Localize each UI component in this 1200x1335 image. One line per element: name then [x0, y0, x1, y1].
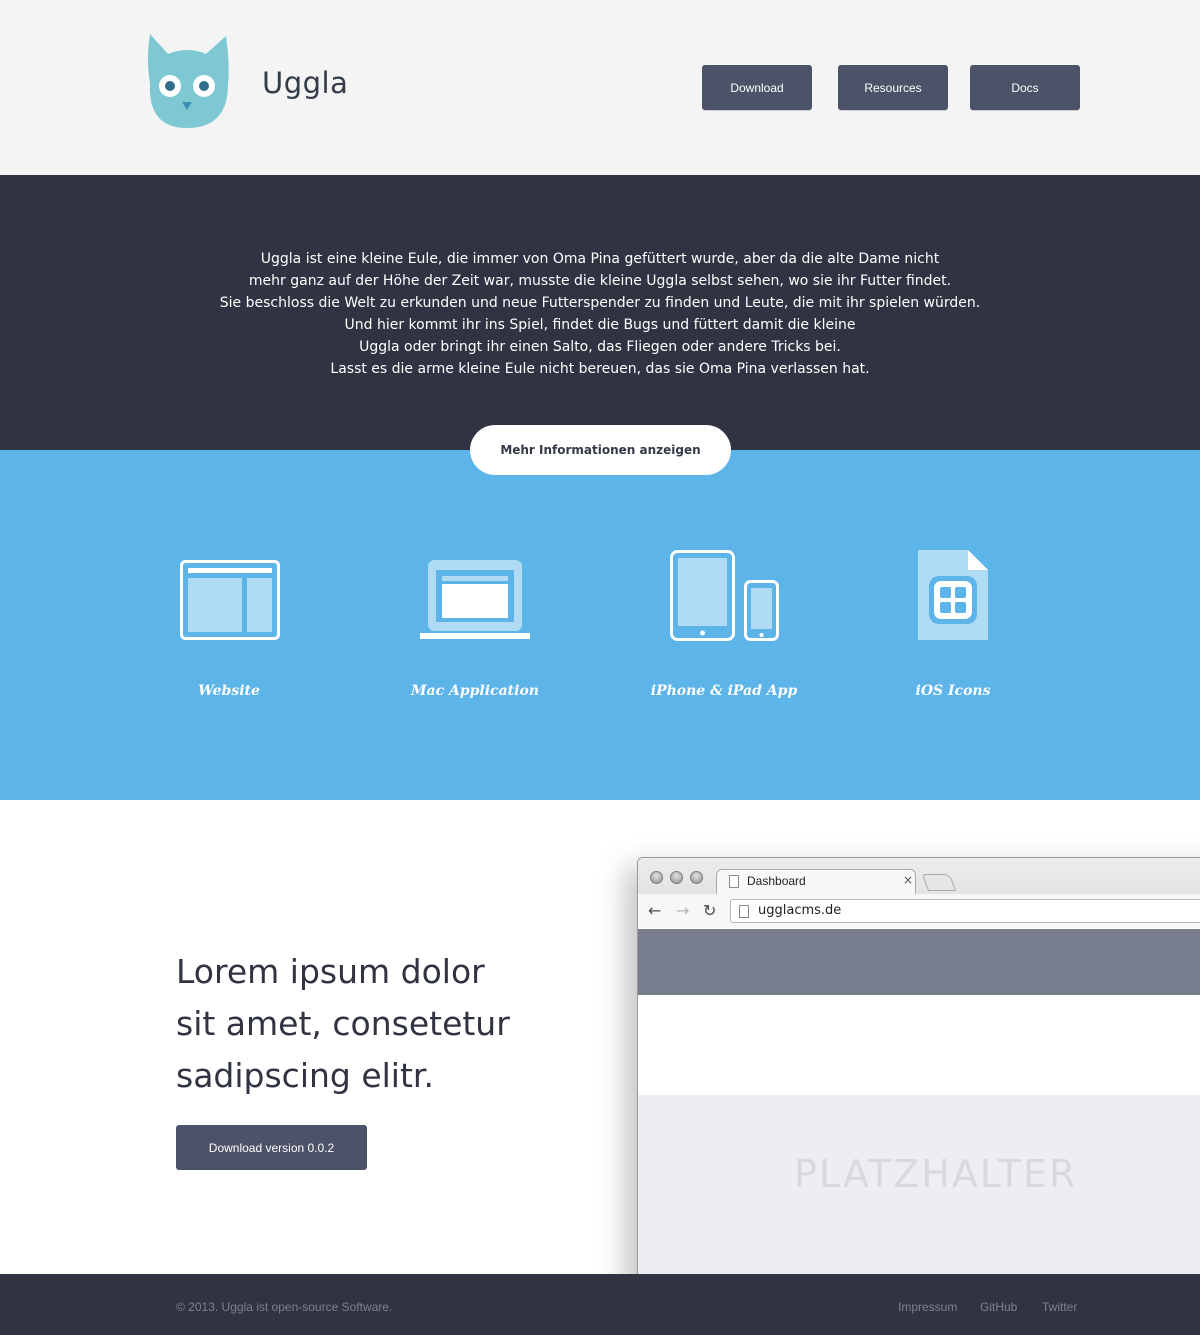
devices-icon [670, 550, 779, 641]
laptop-icon [420, 560, 530, 639]
footer-link-github[interactable]: GitHub [980, 1300, 1017, 1314]
nav-resources-button[interactable]: Resources [838, 65, 948, 110]
intro-line: Lasst es die arme kleine Eule nicht bere… [330, 361, 870, 377]
reload-icon[interactable]: ↻ [703, 901, 716, 920]
window-zoom-button[interactable] [690, 871, 703, 884]
feature-label-website: Website [198, 683, 260, 699]
browser-mockup: Dashboard × ← → ↻ ugglacms.de PLATZHALTE… [637, 857, 1200, 1274]
tab-title: Dashboard [747, 874, 806, 888]
site-footer: © 2013. Uggla ist open-source Software. … [0, 1274, 1200, 1335]
feature-label-ios-icons: iOS Icons [915, 683, 991, 699]
intro-line: Sie beschloss die Welt zu erkunden und n… [219, 295, 981, 311]
headline-line: sit amet, consetetur [176, 1004, 510, 1043]
intro-line: Uggla ist eine kleine Eule, die immer vo… [260, 251, 940, 267]
address-bar[interactable]: ugglacms.de [730, 899, 1200, 923]
footer-link-impressum[interactable]: Impressum [898, 1300, 957, 1314]
intro-text: Uggla ist eine kleine Eule, die immer vo… [150, 248, 1050, 380]
headline-line: sadipscing elitr. [176, 1056, 434, 1095]
document-icon [729, 875, 739, 888]
intro-line: Und hier kommt ihr ins Spiel, findet die… [344, 317, 856, 333]
feature-label-mac: Mac Application [411, 683, 539, 699]
forward-arrow-icon[interactable]: → [676, 901, 689, 920]
intro-line: mehr ganz auf der Höhe der Zeit war, mus… [248, 273, 952, 289]
site-header: Uggla Download Resources Docs [0, 0, 1200, 175]
browser-tab[interactable]: Dashboard × [716, 869, 916, 894]
window-close-button[interactable] [650, 871, 663, 884]
browser-chrome: Dashboard × ← → ↻ ugglacms.de [638, 858, 1200, 928]
intro-line: Uggla oder bringt ihr einen Salto, das F… [359, 339, 841, 355]
url-text: ugglacms.de [758, 903, 842, 918]
headline-line: Lorem ipsum dolor [176, 952, 485, 991]
owl-icon[interactable] [144, 34, 230, 130]
back-arrow-icon[interactable]: ← [648, 901, 661, 920]
page-icon [739, 905, 749, 918]
new-tab-button[interactable] [921, 874, 957, 891]
preview-content [638, 995, 1200, 1095]
footer-link-twitter[interactable]: Twitter [1042, 1300, 1077, 1314]
intro-section: Uggla ist eine kleine Eule, die immer vo… [0, 175, 1200, 450]
showcase-section: Lorem ipsum dolor sit amet, consetetur s… [0, 800, 1200, 1274]
feature-label-iphone-ipad: iPhone & iPad App [650, 683, 798, 699]
showcase-headline: Lorem ipsum dolor sit amet, consetetur s… [176, 946, 576, 1102]
preview-header [638, 929, 1200, 995]
preview-placeholder-area: PLATZHALTER [638, 1095, 1200, 1274]
brand-name[interactable]: Uggla [262, 66, 348, 100]
app-file-icon [918, 550, 988, 640]
placeholder-text: PLATZHALTER [794, 1152, 1078, 1196]
browser-toolbar: ← → ↻ ugglacms.de [638, 894, 1200, 928]
close-icon[interactable]: × [903, 873, 913, 887]
window-minimize-button[interactable] [670, 871, 683, 884]
website-icon [180, 560, 280, 640]
download-version-button[interactable]: Download version 0.0.2 [176, 1125, 367, 1170]
nav-download-button[interactable]: Download [702, 65, 812, 110]
more-info-button[interactable]: Mehr Informationen anzeigen [470, 425, 731, 475]
copyright-text: © 2013. Uggla ist open-source Software. [176, 1300, 393, 1314]
nav-docs-button[interactable]: Docs [970, 65, 1080, 110]
